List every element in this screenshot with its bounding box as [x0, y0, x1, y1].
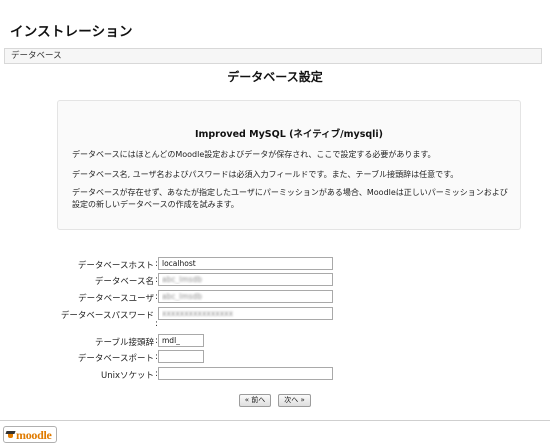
db-password-input[interactable] [158, 307, 333, 320]
mortarboard-icon [5, 430, 16, 440]
table-prefix-input[interactable] [158, 334, 204, 347]
breadcrumb: データベース [4, 48, 542, 64]
db-host-label: データベースホスト [77, 261, 154, 271]
db-host-input[interactable] [158, 257, 333, 270]
db-password-label: データベースパスワード [60, 311, 154, 321]
next-button[interactable]: 次へ » [278, 394, 311, 407]
driver-title: Improved MySQL (ネイティブ/mysqli) [194, 129, 384, 140]
info-paragraph-3: データベースが存在せず、あなたが指定したユーザにパーミッションがある場合、Moo… [72, 188, 508, 209]
info-paragraph-2: データベース名, ユーザ名およびパスワードは必須入力フィールドです。また、テーブ… [72, 170, 459, 179]
info-box: Improved MySQL (ネイティブ/mysqli) データベースにはほと… [57, 100, 521, 230]
form-row-db-password: データベースパスワード : [0, 307, 550, 329]
db-port-label: データベースポート [77, 354, 154, 364]
prev-button[interactable]: « 前へ [239, 394, 271, 407]
breadcrumb-item-database: データベース [11, 51, 62, 61]
colon: : [155, 319, 158, 329]
footer-divider [0, 420, 550, 421]
form-row-db-name: データベース名 : [0, 273, 550, 287]
db-port-input[interactable] [158, 350, 204, 363]
page-title: インストレーション [10, 24, 133, 40]
form-row-table-prefix: テーブル接頭辞 : [0, 334, 550, 348]
form-row-unix-socket: Unixソケット : [0, 367, 550, 381]
logo-text: moodle [16, 427, 52, 442]
section-heading: データベース設定 [227, 70, 323, 84]
moodle-logo[interactable]: moodle [3, 426, 57, 443]
db-name-label: データベース名 [94, 277, 154, 287]
db-name-input[interactable] [158, 273, 333, 286]
info-paragraph-1: データベースにはほとんどのMoodle設定およびデータが保存され、ここで設定する… [72, 150, 436, 159]
form-row-db-host: データベースホスト : [0, 257, 550, 271]
unix-socket-input[interactable] [158, 367, 333, 380]
form-row-db-port: データベースポート : [0, 350, 550, 364]
form-row-db-user: データベースユーザ : [0, 290, 550, 304]
db-user-label: データベースユーザ [78, 294, 154, 304]
unix-socket-label: Unixソケット [100, 371, 154, 381]
db-user-input[interactable] [158, 290, 333, 303]
table-prefix-label: テーブル接頭辞 [95, 338, 154, 348]
